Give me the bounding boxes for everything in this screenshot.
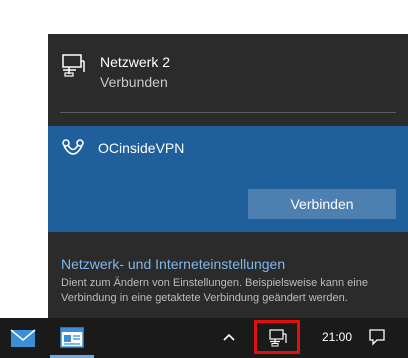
- divider: [60, 112, 396, 113]
- app-window-icon[interactable]: [58, 326, 86, 350]
- tray-network-button[interactable]: [254, 320, 300, 354]
- ethernet-network-icon: [269, 329, 287, 347]
- vpn-icon: [60, 138, 86, 162]
- taskbar: 21:00: [0, 318, 408, 358]
- vpn-item-ocinsidevpn[interactable]: OCinsideVPN Verbinden: [48, 126, 408, 232]
- vpn-name: OCinsideVPN: [98, 140, 185, 156]
- network-status: Verbunden: [100, 74, 168, 90]
- network-item-netzwerk-2[interactable]: Netzwerk 2 Verbunden: [48, 34, 408, 112]
- network-settings-description: Dient zum Ändern von Einstellungen. Beis…: [61, 277, 368, 304]
- chevron-up-icon[interactable]: [221, 329, 237, 345]
- network-settings-link[interactable]: Netzwerk- und Interneteinstellungen: [61, 256, 285, 272]
- connect-button[interactable]: Verbinden: [248, 189, 396, 219]
- ethernet-network-icon: [60, 52, 86, 78]
- action-center-icon[interactable]: [368, 328, 386, 346]
- mail-icon[interactable]: [10, 327, 36, 349]
- network-name: Netzwerk 2: [100, 54, 171, 70]
- taskbar-clock[interactable]: 21:00: [322, 330, 352, 344]
- network-flyout: Netzwerk 2 Verbunden OCinsideVPN Verbind…: [48, 34, 408, 318]
